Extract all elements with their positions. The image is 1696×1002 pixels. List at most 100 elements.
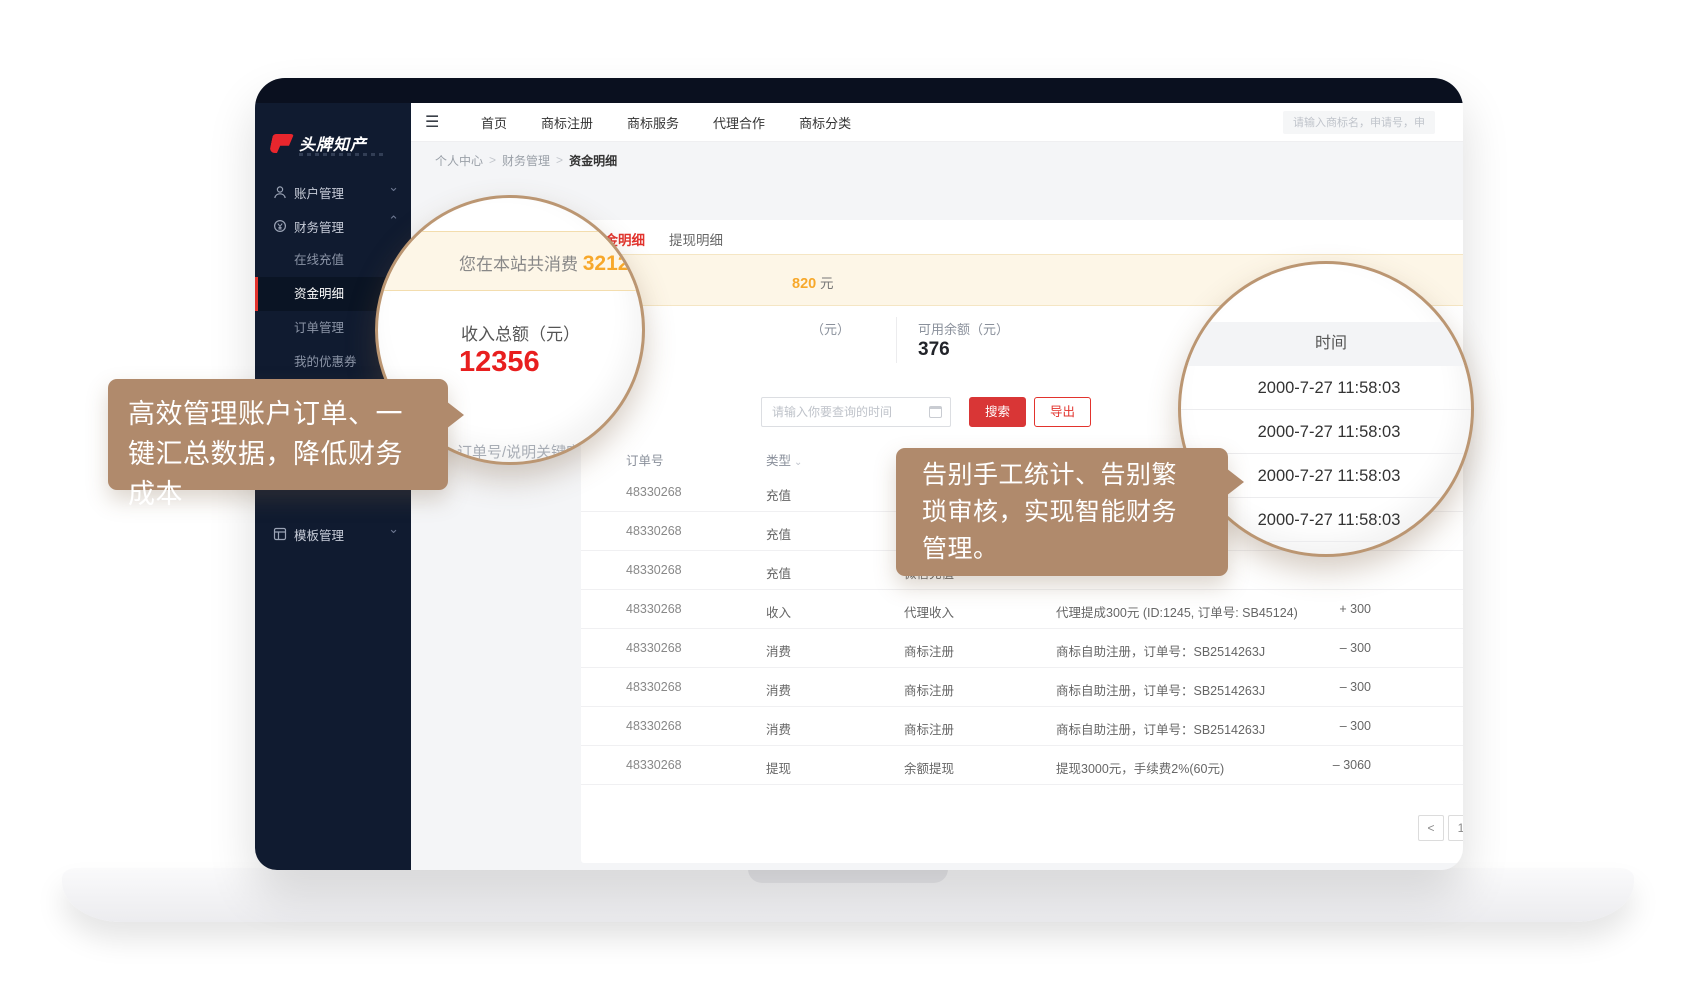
cell-balance: ¥ 12231	[1393, 719, 1463, 733]
sidebar-item-label: 账户管理	[294, 183, 344, 202]
chevron-down-icon: ⌄	[388, 521, 399, 537]
cell-order: 48330268	[626, 719, 682, 733]
cell-order: 48330268	[626, 758, 682, 772]
user-icon	[273, 185, 287, 199]
cell-order: 48330268	[626, 524, 682, 538]
table-row: 48330268收入代理收入代理提成300元 (ID:1245, 订单号: SB…	[581, 590, 1463, 629]
page-prev-button[interactable]: <	[1418, 815, 1444, 841]
nav-item-3[interactable]: 代理合作	[713, 113, 765, 132]
breadcrumb-separator: >	[556, 153, 563, 167]
screen-bezel	[255, 78, 1463, 103]
nav-item-1[interactable]: 商标注册	[541, 113, 593, 132]
brand-logo[interactable]: 头牌知产	[271, 131, 367, 155]
top-nav-menu: 首页 商标注册 商标服务 代理合作 商标分类	[481, 103, 851, 142]
cell-amount: + 300	[1256, 602, 1371, 616]
breadcrumb: 个人中心 > 财务管理 > 资金明细	[435, 142, 617, 178]
cell-balance: ¥ 12231	[1393, 680, 1463, 694]
hamburger-icon[interactable]: ☰	[425, 112, 439, 132]
breadcrumb-item: 个人中心	[435, 152, 483, 169]
cell-balance: ¥ 12231	[1393, 641, 1463, 655]
callout-tail	[1226, 468, 1258, 496]
banner-text-fragment: 820 元	[792, 272, 833, 292]
table-row: 48330268消费商标注册商标自助注册，订单号：SB2514263J– 300…	[581, 707, 1463, 746]
template-icon	[273, 527, 287, 541]
stat-middle-label-fragment: （元）	[811, 319, 850, 338]
cell-amount: – 300	[1256, 680, 1371, 694]
cell-type: 充值	[766, 524, 791, 543]
cell-desc: 商标自助注册，订单号：SB2514263J	[1056, 641, 1265, 660]
lens-time-row: 2000-7-27 11:58:03	[1181, 410, 1474, 454]
table-row: 48330268 消费 商标注册 商标自助注册，订单号：SB2514263J– 300…	[581, 668, 1463, 707]
nav-item-0[interactable]: 首页	[481, 113, 507, 132]
cell-amount: – 300	[1256, 719, 1371, 733]
cell-desc: 商标自助注册，订单号：SB2514263J	[1056, 680, 1265, 699]
chevron-down-icon: ⌄	[388, 179, 399, 195]
callout-left: 高效管理账户订单、一键汇总数据，降低财务成本	[108, 379, 448, 490]
trademark-search-input[interactable]	[1283, 111, 1435, 134]
laptop-notch	[748, 868, 948, 883]
callout-right-text: 告别手工统计、告别繁琐审核，实现智能财务管理。	[922, 461, 1177, 563]
sidebar-item-account[interactable]: 账户管理 ⌄	[255, 175, 411, 209]
callout-tail	[446, 401, 478, 429]
brand-tagline	[299, 153, 385, 156]
calendar-icon[interactable]	[929, 406, 942, 418]
nav-item-2[interactable]: 商标服务	[627, 113, 679, 132]
cell-order: 48330268	[626, 641, 682, 655]
brand-logo-icon	[269, 134, 294, 153]
cell-type: 充值	[766, 563, 791, 582]
stage: 头牌知产 账户管理 ⌄ 财务管理 ⌃ 在线充值资金明细订单管理我的优惠券我的发票	[0, 0, 1696, 1002]
sidebar-item-label: 财务管理	[294, 217, 344, 236]
cell-type: 充值	[766, 485, 791, 504]
breadcrumb-item[interactable]: 资金明细	[569, 152, 617, 169]
lens-banner: 您在本站共消费 32124 元	[375, 231, 645, 291]
cell-balance: ¥ 12231	[1393, 602, 1463, 616]
tab-withdraw-detail[interactable]: 提现明细	[669, 229, 723, 257]
sidebar-item-template[interactable]: 模板管理 ⌄	[255, 517, 411, 551]
caret-icon: ⌄	[794, 457, 802, 468]
cell-order: 48330268	[626, 680, 682, 694]
cell-desc: 提现3000元，手续费2%(60元)	[1056, 758, 1224, 777]
cell-order: 48330268	[626, 485, 682, 499]
col-type[interactable]: 类型⌄	[766, 450, 802, 469]
cell-order: 48330268	[626, 563, 682, 577]
laptop-base	[62, 868, 1634, 922]
chevron-up-icon: ⌃	[388, 213, 399, 229]
lens-income-label: 收入总额（元）	[461, 320, 580, 345]
page-button-1[interactable]: 1	[1448, 815, 1463, 841]
cell-order: 48330268	[626, 602, 682, 616]
lens-time-row: 2000-7-27 11:58:03	[1181, 366, 1474, 410]
cell-type: 消费	[766, 719, 791, 738]
table-row: 48330268 提现 余额提现 提现3000元，手续费2%(60元) – 3060 ¥ …	[581, 746, 1463, 785]
cell-type: 收入	[766, 602, 791, 621]
search-button[interactable]: 搜索	[969, 397, 1026, 427]
table-row: 48330268 消费 商标注册 商标自助注册，订单号：SB2514263J– 300…	[581, 629, 1463, 668]
banner-amount-fragment: 820	[792, 276, 816, 292]
lens-banner-amount: 32124	[583, 252, 641, 275]
cell-project: 商标注册	[904, 680, 954, 699]
cell-amount: – 300	[1256, 641, 1371, 655]
cell-project: 余额提现	[904, 758, 954, 777]
available-balance-label: 可用余额（元）	[918, 319, 1009, 338]
cell-project: 代理收入	[904, 602, 954, 621]
pagination: <12345	[1418, 815, 1463, 841]
lens-time-header: 时间	[1178, 322, 1474, 366]
cell-project: 商标注册	[904, 641, 954, 660]
cell-amount: – 3060	[1256, 758, 1371, 772]
lens-income-value: 12356	[459, 346, 540, 379]
lens-banner-text: 您在本站共消费 32124 元	[459, 250, 645, 276]
cell-type: 消费	[766, 680, 791, 699]
cell-desc: 商标自助注册，订单号：SB2514263J	[1056, 719, 1265, 738]
date-query-input[interactable]	[761, 397, 951, 427]
export-button[interactable]: 导出	[1034, 397, 1091, 427]
callout-right: 告别手工统计、告别繁琐审核，实现智能财务管理。	[896, 448, 1228, 576]
cell-balance: ¥ 12231	[1393, 758, 1463, 772]
nav-item-4[interactable]: 商标分类	[799, 113, 851, 132]
cell-type: 消费	[766, 641, 791, 660]
breadcrumb-item: 财务管理	[502, 152, 550, 169]
available-balance-value: 376	[918, 339, 950, 361]
cell-type: 提现	[766, 758, 791, 777]
top-navbar: ☰ 首页 商标注册 商标服务 代理合作 商标分类	[411, 103, 1463, 142]
finance-icon	[273, 219, 287, 233]
breadcrumb-separator: >	[489, 153, 496, 167]
sidebar-item-label: 模板管理	[294, 525, 344, 544]
